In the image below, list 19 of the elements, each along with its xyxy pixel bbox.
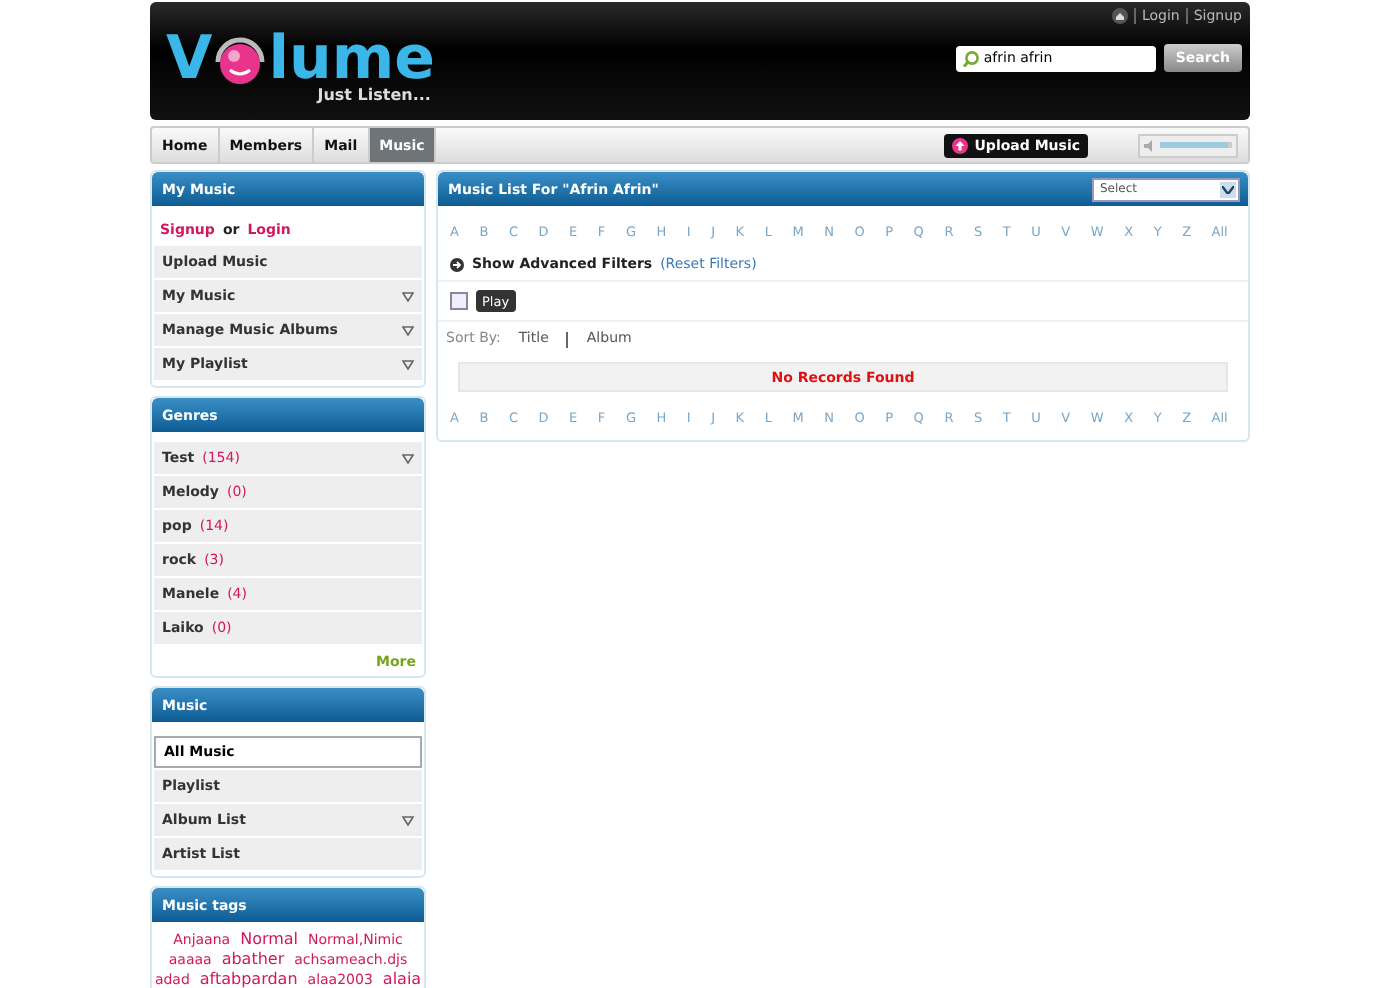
logo-tagline: Just Listen...	[317, 86, 431, 104]
headphones-logo-icon	[212, 32, 269, 88]
tag-link[interactable]: alaia	[382, 970, 422, 988]
select-all-checkbox[interactable]	[450, 292, 468, 310]
speaker-icon	[1144, 139, 1156, 151]
volume-slider[interactable]	[1138, 133, 1238, 157]
caret-icon	[402, 453, 414, 463]
caret-icon	[402, 815, 414, 825]
caret-icon	[402, 291, 414, 301]
tag-link[interactable]: Normal	[240, 930, 299, 948]
logo-text: V	[166, 30, 213, 90]
arrow-circle-icon[interactable]	[450, 257, 464, 271]
upload-icon	[952, 137, 969, 153]
logo-text: lume	[268, 30, 435, 90]
caret-icon	[402, 359, 414, 369]
tag-link[interactable]: abather	[221, 950, 285, 968]
caret-icon	[402, 325, 414, 335]
tag-link[interactable]: aftabpardan	[199, 970, 298, 988]
home-icon[interactable]	[1111, 8, 1128, 24]
